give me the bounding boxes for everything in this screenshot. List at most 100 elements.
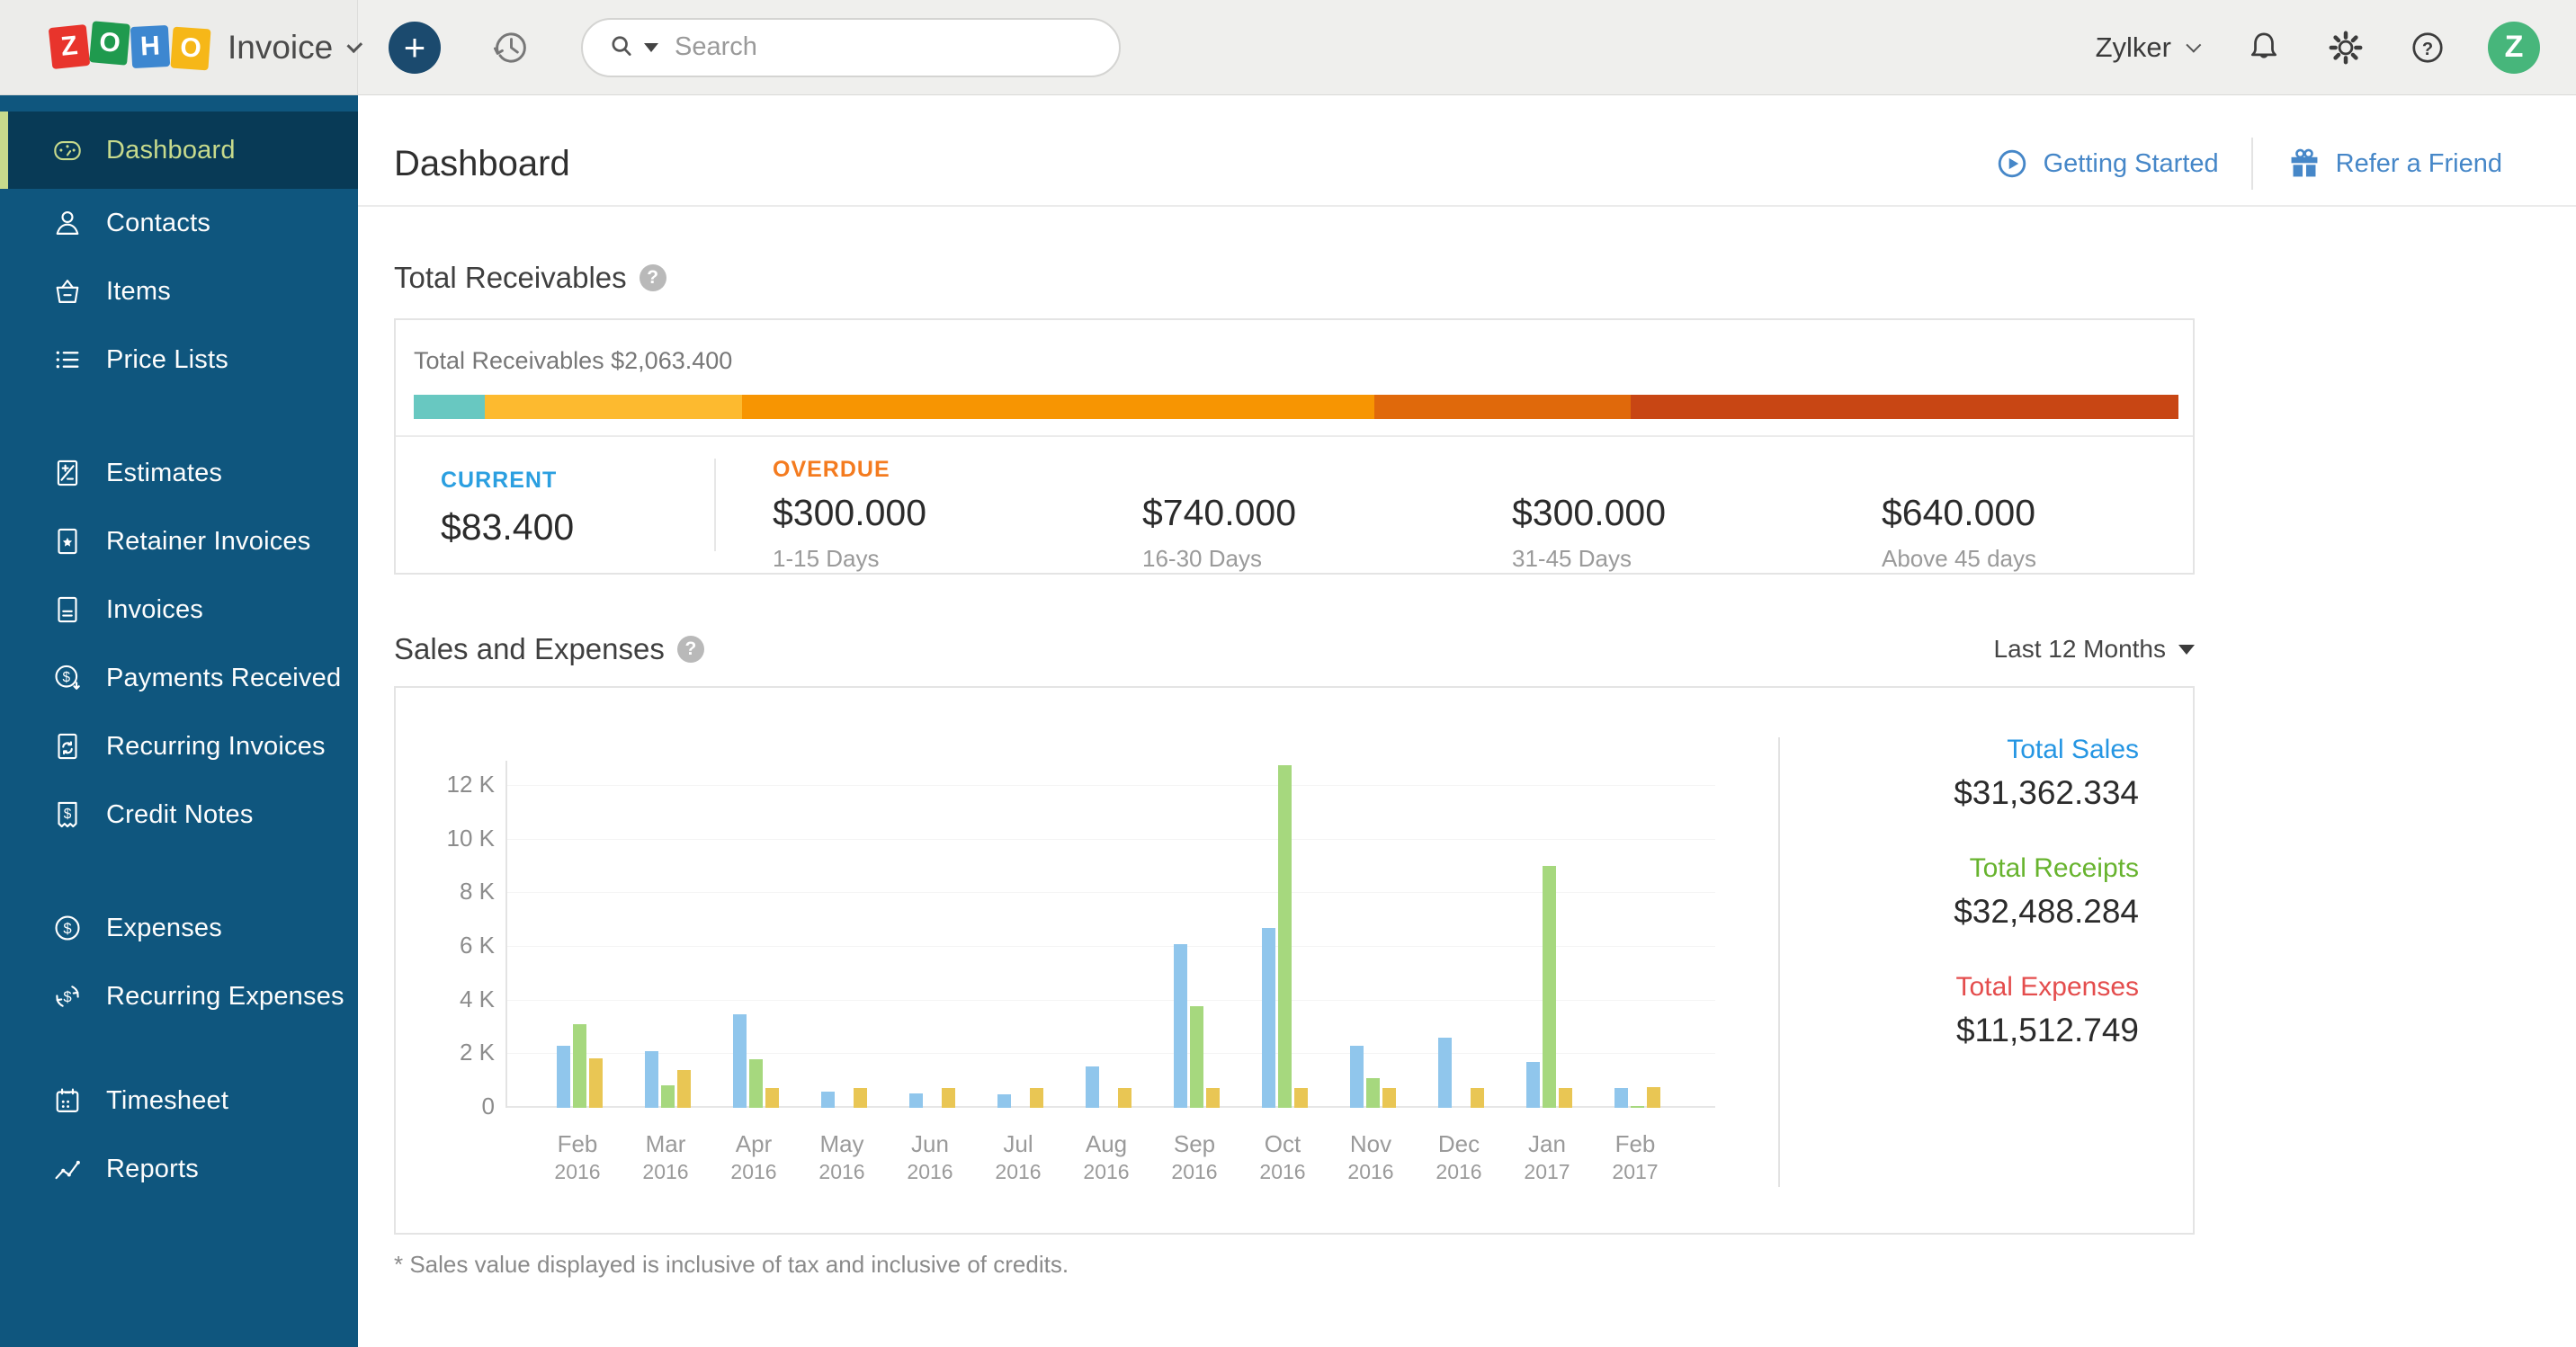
bar-expenses (1559, 1088, 1572, 1108)
avatar-letter: Z (2505, 30, 2524, 65)
bar-sales (1438, 1038, 1452, 1108)
total-receivables-heading: Total Receivables ? (394, 261, 2576, 295)
bar-sales (1174, 944, 1187, 1108)
sales-expenses-heading-row: Sales and Expenses ? Last 12 Months (394, 632, 2195, 666)
zoho-tile-h: H (130, 24, 170, 67)
bucket-value: $300.000 (1512, 492, 1823, 534)
sidebar-item-recurring-invoices[interactable]: Recurring Invoices (0, 712, 358, 781)
sidebar-item-contacts[interactable]: Contacts (0, 189, 358, 257)
sales-expenses-title: Sales and Expenses (394, 632, 665, 666)
sidebar-item-label: Retainer Invoices (106, 527, 310, 557)
invoice-icon (50, 593, 85, 627)
notifications-button[interactable] (2243, 27, 2285, 68)
sidebar-item-timesheet[interactable]: Timesheet (0, 1066, 358, 1135)
overdue-bucket-31-45[interactable]: $300.000 31-45 Days (1453, 483, 1823, 573)
receivables-summary: Total Receivables $2,063.400 (396, 320, 2193, 435)
receivables-summary-value: $2,063.400 (611, 347, 732, 374)
sidebar-item-price-lists[interactable]: Price Lists (0, 326, 358, 394)
chart-totals-panel: Total Sales $31,362.334 Total Receipts $… (1779, 735, 2139, 1091)
bar-receipts (1278, 765, 1292, 1108)
org-selector[interactable]: Zylker (2096, 31, 2196, 64)
gift-icon (2285, 145, 2323, 183)
overdue-bucket-16-30[interactable]: $740.000 16-30 Days (1084, 483, 1453, 573)
expense-icon: $ (50, 911, 85, 945)
current-value: $83.400 (441, 506, 714, 549)
y-tick-label: 4 K (460, 986, 495, 1013)
sidebar-item-credit-notes[interactable]: $ Credit Notes (0, 781, 358, 849)
bar-group-nov-2016 (1350, 1046, 1396, 1108)
bucket-label: 16-30 Days (1142, 545, 1453, 573)
x-tick-label: Feb2016 (533, 1130, 622, 1184)
sales-expenses-help-icon[interactable]: ? (677, 636, 704, 663)
sidebar-item-recurring-expenses[interactable]: $ Recurring Expenses (0, 962, 358, 1030)
sidebar-item-label: Recurring Invoices (106, 732, 326, 762)
credit-note-icon: $ (50, 798, 85, 832)
bar-receipts (749, 1059, 763, 1108)
search-scope-caret-icon[interactable] (644, 43, 658, 52)
sidebar-item-label: Estimates (106, 459, 222, 488)
bar-receipts (1631, 1106, 1644, 1108)
x-tick-label: Aug2016 (1062, 1130, 1150, 1184)
refer-a-friend-link[interactable]: Refer a Friend (2285, 145, 2502, 183)
topbar: Z O H O Invoice + (0, 0, 2576, 95)
overdue-bucket-above-45[interactable]: $640.000 Above 45 days (1823, 483, 2193, 573)
aging-segment-current (414, 395, 485, 419)
y-tick-label: 8 K (460, 878, 495, 905)
global-search[interactable] (581, 18, 1121, 77)
bar-sales (733, 1014, 747, 1108)
bar-sales (909, 1093, 923, 1108)
user-avatar[interactable]: Z (2488, 22, 2540, 74)
x-tick-label: Jun2016 (886, 1130, 974, 1184)
bar-sales (1526, 1062, 1540, 1108)
x-tick-label: Jul2016 (974, 1130, 1062, 1184)
overdue-receivables: OVERDUE $300.000 1-15 Days $740.000 16-3… (714, 437, 2193, 573)
zoho-tile-o2: O (170, 26, 210, 70)
sidebar-item-reports[interactable]: Reports (0, 1135, 358, 1203)
search-input[interactable] (675, 32, 1096, 62)
sidebar-item-label: Credit Notes (106, 800, 254, 830)
bell-icon (2243, 27, 2285, 68)
product-name: Invoice (228, 29, 333, 67)
recent-history-button[interactable] (487, 24, 534, 71)
x-tick-label: Feb2017 (1591, 1130, 1679, 1184)
total-receivables-help-icon[interactable]: ? (640, 264, 666, 291)
sidebar-item-estimates[interactable]: Estimates (0, 439, 358, 507)
sidebar-item-label: Reports (106, 1155, 199, 1184)
total-sales-block: Total Sales $31,362.334 (1779, 735, 2139, 812)
y-tick-label: 10 K (447, 825, 496, 852)
aging-segment-16-30-days (742, 395, 1375, 419)
total-expenses-value: $11,512.749 (1779, 1012, 2139, 1049)
sidebar-item-expenses[interactable]: $ Expenses (0, 894, 358, 962)
org-chevron-down-icon (2186, 37, 2201, 52)
settings-button[interactable] (2324, 26, 2367, 69)
quick-create-button[interactable]: + (389, 22, 441, 74)
sidebar-item-label: Payments Received (106, 664, 341, 693)
zoho-logo: Z O H O (50, 26, 210, 69)
sidebar: Dashboard Contacts Items (0, 95, 358, 1347)
brand-area[interactable]: Z O H O Invoice (0, 0, 358, 94)
bar-group-oct-2016 (1262, 765, 1308, 1108)
sidebar-item-dashboard[interactable]: Dashboard (0, 112, 358, 189)
sidebar-item-items[interactable]: Items (0, 257, 358, 326)
overdue-bucket-1-15[interactable]: $300.000 1-15 Days (714, 483, 1084, 573)
x-tick-label: Jan2017 (1503, 1130, 1591, 1184)
bar-sales (557, 1046, 570, 1108)
bar-group-dec-2016 (1438, 1038, 1484, 1108)
help-button[interactable]: ? (2407, 27, 2448, 68)
date-range-selector[interactable]: Last 12 Months (1994, 635, 2195, 664)
sidebar-item-payments-received[interactable]: $ Payments Received (0, 644, 358, 712)
bar-group-jul-2016 (997, 1088, 1043, 1108)
bar-expenses (1647, 1087, 1660, 1108)
sidebar-item-invoices[interactable]: Invoices (0, 575, 358, 644)
total-sales-value: $31,362.334 (1779, 774, 2139, 812)
gear-icon (2324, 26, 2367, 69)
y-tick-label: 2 K (460, 1039, 495, 1066)
sidebar-item-retainer-invoices[interactable]: Retainer Invoices (0, 507, 358, 575)
page-header: Dashboard Getting Started (358, 95, 2576, 207)
estimate-icon (50, 456, 85, 490)
search-icon[interactable] (606, 31, 639, 64)
aging-segment-31-45-days (1374, 395, 1631, 419)
getting-started-link[interactable]: Getting Started (1993, 145, 2219, 183)
bar-group-may-2016 (821, 1088, 867, 1108)
current-receivables-cell[interactable]: CURRENT $83.400 (396, 437, 714, 573)
